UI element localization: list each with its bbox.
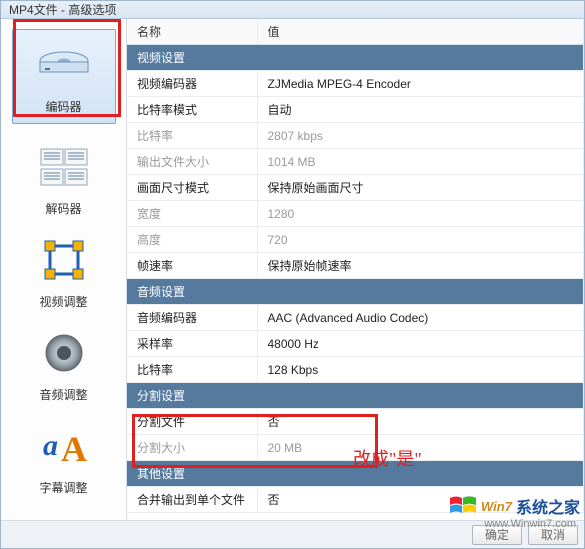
section-header: 分割设置 [127, 383, 584, 409]
prop-name: 画面尺寸模式 [127, 175, 257, 201]
column-header-name[interactable]: 名称 [127, 19, 257, 45]
table-row[interactable]: 高度720 [127, 227, 584, 253]
table-row[interactable]: 宽度1280 [127, 201, 584, 227]
sidebar-item-label: 解码器 [14, 200, 114, 217]
prop-name: 采样率 [127, 331, 257, 357]
sidebar-item-label: 编码器 [17, 98, 111, 115]
prop-value[interactable]: 1014 MB [257, 149, 584, 175]
prop-value[interactable]: 1280 [257, 201, 584, 227]
table-row[interactable]: 采样率48000 Hz [127, 331, 584, 357]
prop-value[interactable]: 2807 kbps [257, 123, 584, 149]
video-adjust-icon [24, 233, 104, 287]
prop-value[interactable]: AAC (Advanced Audio Codec) [257, 305, 584, 331]
prop-name: 比特率 [127, 357, 257, 383]
sidebar-item-label: 字幕调整 [14, 479, 114, 496]
table-row[interactable]: 输出文件大小1014 MB [127, 149, 584, 175]
window-title: MP4文件 - 高级选项 [9, 3, 116, 17]
table-row[interactable]: 合并输出到单个文件否 [127, 487, 584, 513]
sidebar-item-label: 音频调整 [14, 386, 114, 403]
svg-text:a: a [43, 429, 58, 462]
prop-name: 帧速率 [127, 253, 257, 279]
sidebar: 编码器 [1, 19, 127, 520]
annotation-text: 改成"是" [353, 445, 422, 471]
table-row[interactable]: 比特率模式自动 [127, 97, 584, 123]
prop-name: 音频编码器 [127, 305, 257, 331]
prop-value[interactable]: 否 [257, 487, 584, 513]
prop-name: 比特率模式 [127, 97, 257, 123]
titlebar: MP4文件 - 高级选项 [1, 1, 584, 19]
table-row[interactable]: 比特率2807 kbps [127, 123, 584, 149]
svg-text:A: A [61, 429, 87, 467]
prop-name: 输出文件大小 [127, 149, 257, 175]
prop-name: 高度 [127, 227, 257, 253]
sidebar-item-audio-adjust[interactable]: 音频调整 [14, 326, 114, 403]
table-row[interactable]: 画面尺寸模式保持原始画面尺寸 [127, 175, 584, 201]
prop-value[interactable]: ZJMedia MPEG-4 Encoder [257, 71, 584, 97]
table-row[interactable]: 分割文件否 [127, 409, 584, 435]
prop-value[interactable]: 保持原始画面尺寸 [257, 175, 584, 201]
prop-value[interactable]: 否 [257, 409, 584, 435]
prop-value[interactable]: 128 Kbps [257, 357, 584, 383]
audio-adjust-icon [24, 326, 104, 380]
encoder-icon [24, 38, 104, 92]
prop-name: 视频编码器 [127, 71, 257, 97]
sidebar-item-decoder[interactable]: 解码器 [14, 140, 114, 217]
prop-name: 宽度 [127, 201, 257, 227]
sidebar-item-subtitle-adjust[interactable]: a A 字幕调整 [14, 419, 114, 496]
section-header: 音频设置 [127, 279, 584, 305]
prop-name: 合并输出到单个文件 [127, 487, 257, 513]
prop-value[interactable]: 720 [257, 227, 584, 253]
prop-name: 分割文件 [127, 409, 257, 435]
dialog-window: MP4文件 - 高级选项 编码器 [0, 0, 585, 549]
sidebar-item-encoder[interactable]: 编码器 [12, 29, 116, 124]
column-header-value[interactable]: 值 [257, 19, 584, 45]
cancel-button[interactable]: 取消 [528, 525, 578, 545]
subtitle-adjust-icon: a A [24, 419, 104, 473]
section-header: 视频设置 [127, 45, 584, 71]
prop-name: 比特率 [127, 123, 257, 149]
prop-value[interactable]: 自动 [257, 97, 584, 123]
prop-name: 分割大小 [127, 435, 257, 461]
sidebar-item-label: 视频调整 [14, 293, 114, 310]
table-row[interactable]: 帧速率保持原始帧速率 [127, 253, 584, 279]
table-row[interactable]: 视频编码器ZJMedia MPEG-4 Encoder [127, 71, 584, 97]
sidebar-item-video-adjust[interactable]: 视频调整 [14, 233, 114, 310]
content-area: 编码器 [1, 19, 584, 520]
dialog-footer: 确定 取消 [1, 520, 584, 548]
table-row[interactable]: 比特率128 Kbps [127, 357, 584, 383]
decoder-icon [24, 140, 104, 194]
ok-button[interactable]: 确定 [472, 525, 522, 545]
table-row[interactable]: 音频编码器AAC (Advanced Audio Codec) [127, 305, 584, 331]
properties-table: 名称 值 视频设置 视频编码器ZJMedia MPEG-4 Encoder 比特… [127, 19, 584, 513]
prop-value[interactable]: 保持原始帧速率 [257, 253, 584, 279]
prop-value[interactable]: 48000 Hz [257, 331, 584, 357]
